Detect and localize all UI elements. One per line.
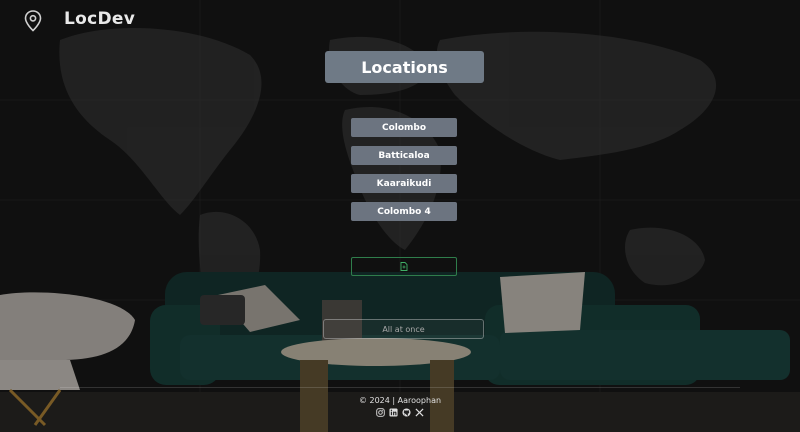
footer: © 2024 | Aaroophan (0, 396, 800, 417)
file-icon (400, 262, 408, 271)
social-links (0, 408, 800, 417)
export-file-button[interactable] (351, 257, 457, 276)
x-icon[interactable] (415, 408, 424, 417)
linkedin-icon[interactable] (389, 408, 398, 417)
location-button-colombo-4[interactable]: Colombo 4 (351, 202, 457, 221)
instagram-icon[interactable] (376, 408, 385, 417)
location-button-batticaloa[interactable]: Batticaloa (351, 146, 457, 165)
footer-divider (60, 387, 740, 388)
map-pin-icon[interactable] (24, 10, 42, 32)
location-button-kaaraikudi[interactable]: Kaaraikudi (351, 174, 457, 193)
github-icon[interactable] (402, 408, 411, 417)
location-button-colombo[interactable]: Colombo (351, 118, 457, 137)
all-at-once-button[interactable]: All at once (323, 319, 484, 339)
location-list: Colombo Batticaloa Kaaraikudi Colombo 4 (351, 118, 457, 230)
copyright-text: © 2024 | Aaroophan (358, 396, 442, 405)
header: LocDev (0, 0, 800, 40)
brand-title[interactable]: LocDev (64, 9, 135, 29)
page-title: Locations (325, 51, 484, 83)
